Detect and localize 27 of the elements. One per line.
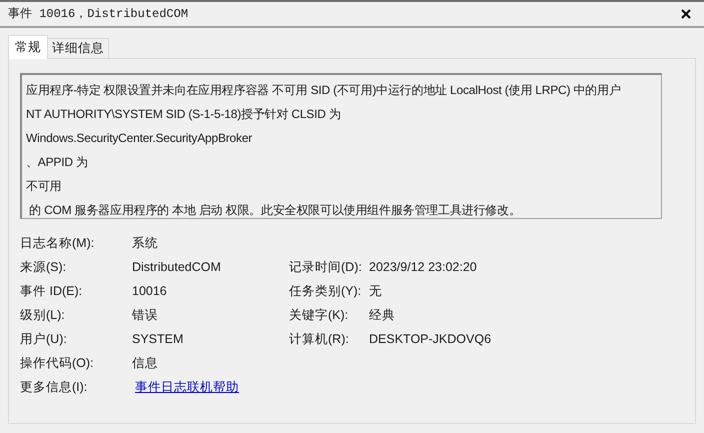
field-value: 信息 xyxy=(132,354,159,372)
window-title: 事件 10016，DistributedCOM xyxy=(8,6,188,23)
field-label: 记录时间(D): xyxy=(289,258,363,276)
field-value: 错误 xyxy=(132,306,159,324)
field-label: 关键字(K): xyxy=(289,306,350,324)
field-label: 用户(U): xyxy=(20,330,68,348)
field-value: 2023/9/12 23:02:20 xyxy=(369,258,477,276)
field-value: 10016 xyxy=(132,282,168,300)
close-icon xyxy=(681,9,691,19)
field-label: 操作代码(O): xyxy=(20,354,95,372)
field-value: 系统 xyxy=(132,234,159,252)
field-value: DESKTOP-JKDOVQ6 xyxy=(369,330,492,348)
field-label: 事件 ID(E): xyxy=(20,282,84,300)
field-label: 来源(S): xyxy=(20,258,68,276)
tab[interactable]: 常规 xyxy=(8,35,48,59)
field-label: 任务类别(Y): xyxy=(289,282,362,300)
field-value: SYSTEM xyxy=(132,330,184,348)
field-label: 计算机(R): xyxy=(289,330,350,348)
field-value: 经典 xyxy=(369,306,395,324)
field-label: 日志名称(M): xyxy=(20,234,96,252)
field-label: 级别(L): xyxy=(20,306,66,324)
event-description: 应用程序-特定 权限设置并未向在应用程序容器 不可用 SID (不可用)中运行的地址 LocalHost (使用 LRPC) 中的用户 NT AUTHORITY\SYSTEM SID (S-1-5-18)授予针对 CLSID 为 Windows.SecurityCenter.SecurityAppBroker 、APPID 为 不可用 的 COM 服务器应用程序的 本地 启动 权限。此安全权限可以使用组件服务管理工具进行修改。 xyxy=(20,73,662,219)
field-label: 更多信息(I): xyxy=(20,378,88,396)
field-value: 无 xyxy=(369,282,382,300)
tab[interactable]: 详细信息 xyxy=(48,38,109,58)
field-value: DistributedCOM xyxy=(132,258,222,276)
help-link[interactable]: 事件日志联机帮助 xyxy=(135,380,239,394)
